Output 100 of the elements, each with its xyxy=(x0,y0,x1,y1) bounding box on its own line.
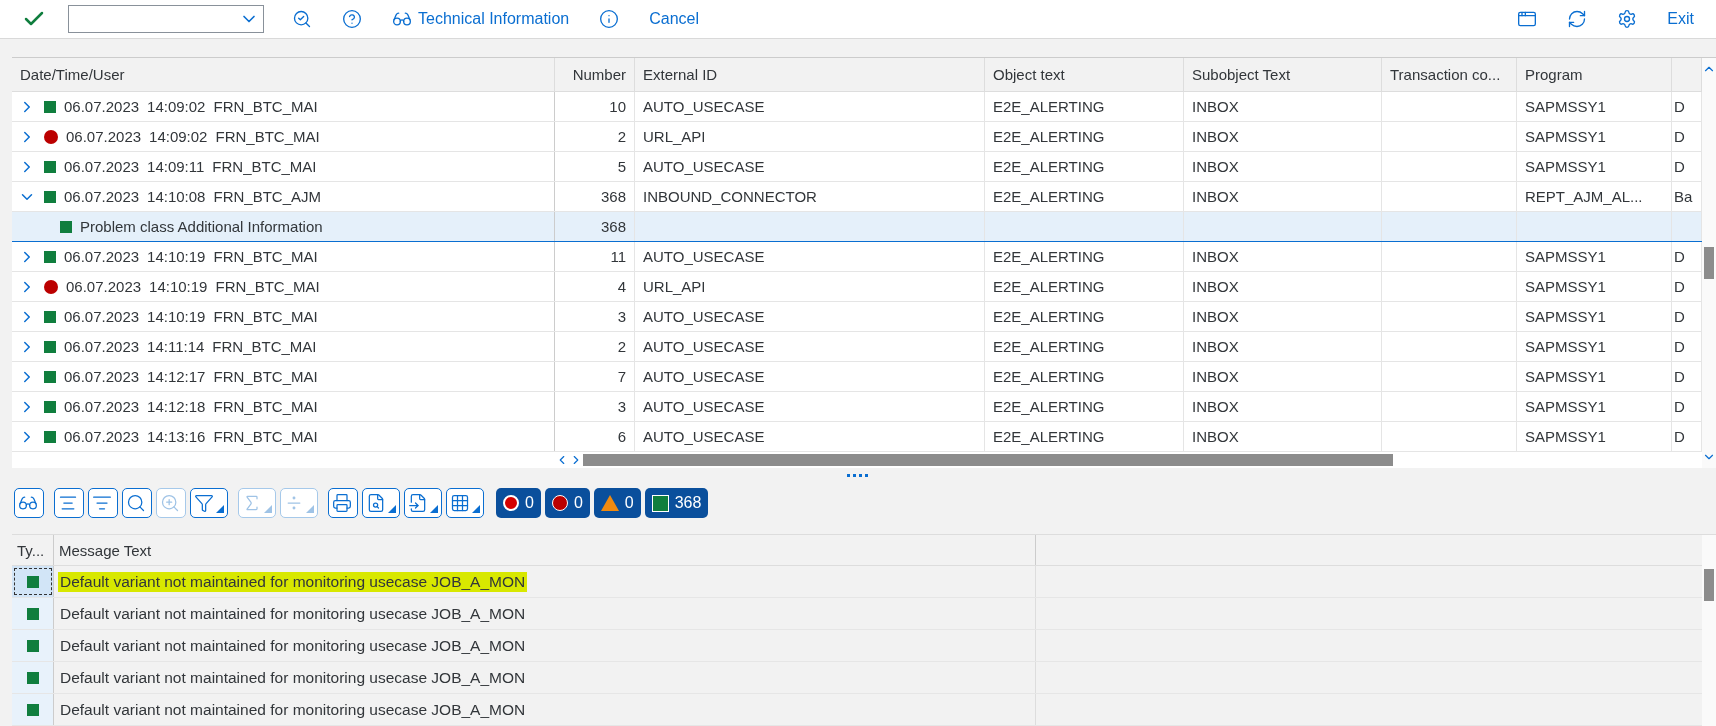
table-row[interactable]: 06.07.2023 14:10:19 FRN_BTC_MAI 4 URL_API E2E_ALERTING INBOX SAPMSSY1 D xyxy=(12,272,1702,302)
search-icon xyxy=(126,493,146,513)
table-cell: INBOX xyxy=(1184,392,1382,421)
table-cell: REPT_AJM_AL... xyxy=(1517,182,1672,211)
vertical-scrollbar[interactable] xyxy=(1704,569,1714,601)
table-cell: 368 xyxy=(555,212,635,241)
user-text: FRN_BTC_MAI xyxy=(212,158,317,175)
table-cell: 11 xyxy=(555,242,635,271)
table-row[interactable]: 06.07.2023 14:10:19 FRN_BTC_MAI 11 AUTO_USECASE E2E_ALERTING INBOX SAPMSSY1 D xyxy=(12,242,1702,272)
table-row[interactable]: 06.07.2023 14:09:11 FRN_BTC_MAI 5 AUTO_USECASE E2E_ALERTING INBOX SAPMSSY1 D xyxy=(12,152,1702,182)
table-row[interactable]: Problem class Additional Information 368 xyxy=(12,212,1702,242)
toolbar-button[interactable] xyxy=(328,488,358,518)
column-header[interactable]: Ty... xyxy=(12,535,54,565)
type-cell[interactable] xyxy=(12,566,54,597)
toolbar-button[interactable] xyxy=(122,488,152,518)
table-cell: INBOX xyxy=(1184,92,1382,121)
table-cell: SAPMSSY1 xyxy=(1517,152,1672,181)
table-cell: INBOX xyxy=(1184,422,1382,451)
cancel-button[interactable]: Cancel xyxy=(647,8,701,30)
user-text: FRN_BTC_MAI xyxy=(213,428,318,445)
command-field[interactable] xyxy=(68,5,264,33)
column-header[interactable]: Program xyxy=(1517,58,1672,91)
user-text: FRN_BTC_MAI xyxy=(213,368,318,385)
user-text: FRN_BTC_MAI xyxy=(215,128,320,145)
time-text: 14:12:18 xyxy=(147,398,206,415)
table-cell: 3 xyxy=(555,302,635,331)
table-cell: E2E_ALERTING xyxy=(985,182,1184,211)
filter-icon xyxy=(194,493,214,513)
table-cell: 6 xyxy=(555,422,635,451)
table-cell: SAPMSSY1 xyxy=(1517,362,1672,391)
table-cell: E2E_ALERTING xyxy=(985,392,1184,421)
printer-icon xyxy=(332,493,352,513)
type-cell[interactable] xyxy=(12,662,54,693)
column-header[interactable]: Number xyxy=(555,58,635,91)
table-cell: 368 xyxy=(555,182,635,211)
table-cell: AUTO_USECASE xyxy=(635,392,985,421)
type-cell[interactable] xyxy=(12,598,54,629)
type-cell[interactable] xyxy=(12,630,54,661)
table-cell: AUTO_USECASE xyxy=(635,152,985,181)
table-cell: E2E_ALERTING xyxy=(985,152,1184,181)
table-row[interactable]: 06.07.2023 14:10:08 FRN_BTC_AJM 368 INBOUND_CONNECTOR E2E_ALERTING INBOX REPT_AJM_AL... Ba xyxy=(12,182,1702,212)
toolbar-button[interactable] xyxy=(190,488,228,518)
horizontal-scrollbar[interactable] xyxy=(583,454,1393,466)
table-cell: AUTO_USECASE xyxy=(635,242,985,271)
column-header[interactable]: Object text xyxy=(985,58,1184,91)
message-text: Default variant not maintained for monitoring usecase JOB_A_MON xyxy=(59,635,527,656)
user-text: FRN_BTC_MAI xyxy=(215,278,320,295)
column-header[interactable]: Transaction co... xyxy=(1382,58,1517,91)
splitter-handle-icon[interactable] xyxy=(847,474,869,478)
date-text: 06.07.2023 xyxy=(66,128,142,145)
vertical-scrollbar[interactable] xyxy=(1704,247,1714,279)
column-header[interactable]: Date/Time/User xyxy=(12,58,555,91)
column-header[interactable]: Message Text xyxy=(54,535,1036,565)
problem-class-text: Problem class Additional Information xyxy=(80,218,323,235)
table-cell: INBOX xyxy=(1184,272,1382,301)
time-text: 14:10:08 xyxy=(147,188,206,205)
table-cell: 10 xyxy=(555,92,635,121)
toolbar-button[interactable] xyxy=(362,488,400,518)
table-row[interactable]: 06.07.2023 14:13:16 FRN_BTC_MAI 6 AUTO_USECASE E2E_ALERTING INBOX SAPMSSY1 D xyxy=(12,422,1702,452)
column-header[interactable]: Subobject Text xyxy=(1184,58,1382,91)
table-cell: E2E_ALERTING xyxy=(985,272,1184,301)
time-text: 14:12:17 xyxy=(147,368,206,385)
table-row[interactable]: 06.07.2023 14:12:17 FRN_BTC_MAI 7 AUTO_USECASE E2E_ALERTING INBOX SAPMSSY1 D xyxy=(12,362,1702,392)
toolbar-button[interactable] xyxy=(54,488,84,518)
date-text: 06.07.2023 xyxy=(64,398,140,415)
message-count-button[interactable]: 0 xyxy=(496,488,541,518)
technical-information-button[interactable]: Technical Information xyxy=(390,7,572,31)
table-row[interactable]: 06.07.2023 14:09:02 FRN_BTC_MAI 2 URL_API E2E_ALERTING INBOX SAPMSSY1 D xyxy=(12,122,1702,152)
table-cell: INBOX xyxy=(1184,152,1382,181)
time-text: 14:09:11 xyxy=(147,158,205,175)
time-text: 14:11:14 xyxy=(147,338,205,355)
message-count-button[interactable]: 0 xyxy=(593,488,641,518)
help-icon[interactable] xyxy=(340,7,364,31)
toolbar-button[interactable] xyxy=(446,488,484,518)
table-row[interactable]: 06.07.2023 14:09:02 FRN_BTC_MAI 10 AUTO_USECASE E2E_ALERTING INBOX SAPMSSY1 D xyxy=(12,92,1702,122)
user-text: FRN_BTC_MAI xyxy=(213,308,318,325)
table-row[interactable]: 06.07.2023 14:12:18 FRN_BTC_MAI 3 AUTO_USECASE E2E_ALERTING INBOX SAPMSSY1 D xyxy=(12,392,1702,422)
time-text: 14:10:19 xyxy=(147,308,206,325)
date-text: 06.07.2023 xyxy=(64,248,140,265)
table-cell: SAPMSSY1 xyxy=(1517,122,1672,151)
toolbar-button[interactable] xyxy=(88,488,118,518)
message-count-button[interactable]: 368 xyxy=(644,488,709,518)
table-cell: AUTO_USECASE xyxy=(635,332,985,361)
message-text: Default variant not maintained for monitoring usecase JOB_A_MON xyxy=(59,603,527,624)
table-cell: SAPMSSY1 xyxy=(1517,92,1672,121)
time-text: 14:09:02 xyxy=(149,128,208,145)
column-header[interactable]: External ID xyxy=(635,58,985,91)
message-count-button[interactable]: 0 xyxy=(544,488,590,518)
exit-button[interactable]: Exit xyxy=(1665,8,1696,30)
user-text: FRN_BTC_MAI xyxy=(213,98,318,115)
user-text: FRN_BTC_MAI xyxy=(212,338,317,355)
type-cell[interactable] xyxy=(12,694,54,725)
table-row[interactable]: 06.07.2023 14:11:14 FRN_BTC_MAI 2 AUTO_USECASE E2E_ALERTING INBOX SAPMSSY1 D xyxy=(12,332,1702,362)
toolbar-button[interactable] xyxy=(14,488,44,518)
message-text: Default variant not maintained for monitoring usecase JOB_A_MON xyxy=(59,699,527,720)
date-text: 06.07.2023 xyxy=(64,428,140,445)
table-cell: E2E_ALERTING xyxy=(985,242,1184,271)
toolbar-button[interactable] xyxy=(404,488,442,518)
table-cell: 5 xyxy=(555,152,635,181)
table-row[interactable]: 06.07.2023 14:10:19 FRN_BTC_MAI 3 AUTO_USECASE E2E_ALERTING INBOX SAPMSSY1 D xyxy=(12,302,1702,332)
